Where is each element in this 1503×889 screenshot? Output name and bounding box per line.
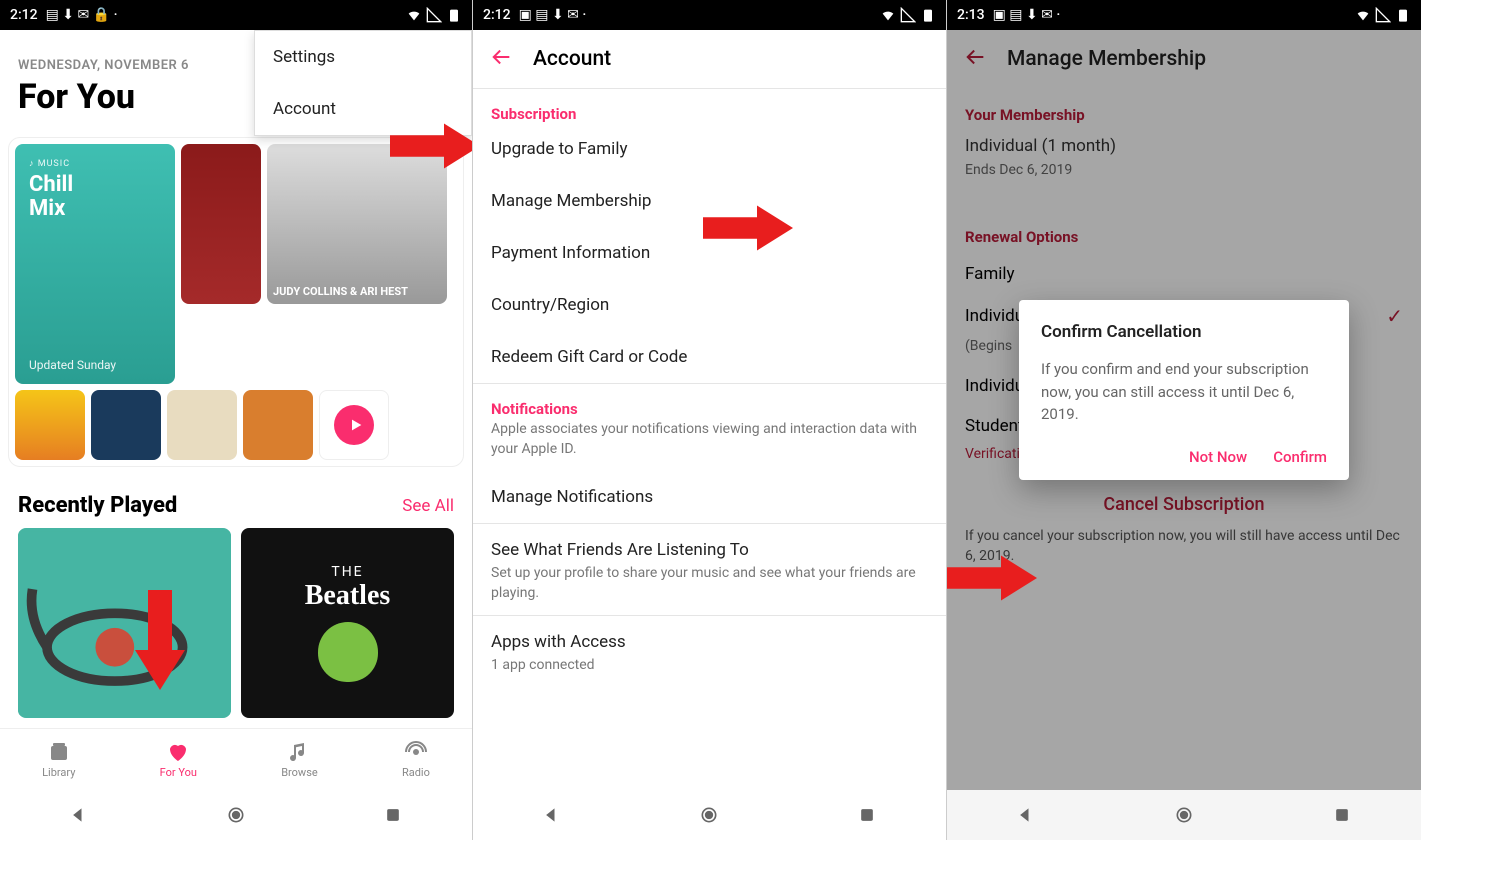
section-subscription: Subscription (473, 89, 946, 123)
status-bar: 2:12 ▣ ▤ ⬇ ✉ · (473, 0, 946, 30)
annotation-arrow (130, 590, 190, 690)
nav-home-icon[interactable] (699, 805, 719, 825)
menu-item-settings[interactable]: Settings (255, 31, 471, 83)
signal-icon (900, 7, 916, 23)
account-header: Account (473, 30, 946, 89)
album-beatles[interactable]: THE Beatles (241, 528, 454, 718)
annotation-arrow (390, 116, 472, 176)
mix-card: ♪ MUSIC ChillMix Updated Sunday JUDY COL… (8, 137, 464, 467)
nav-recent-icon[interactable] (1332, 805, 1352, 825)
item-upgrade-family[interactable]: Upgrade to Family (473, 123, 946, 175)
tab-for-you[interactable]: For You (160, 740, 197, 779)
status-bar: 2:13 ▣ ▤ ⬇ ✉ · (947, 0, 1421, 30)
apple-icon (318, 622, 378, 682)
android-nav-bar (0, 790, 472, 840)
status-right-icons (880, 7, 936, 23)
dialog-not-now-button[interactable]: Not Now (1189, 448, 1247, 466)
apple-music-badge: ♪ MUSIC (29, 158, 161, 169)
status-notif-icons: ▣ ▤ ⬇ ✉ · (519, 7, 587, 23)
recently-played-row[interactable]: THE Beatles (0, 528, 472, 718)
see-all-link[interactable]: See All (402, 496, 454, 516)
small-album-tile[interactable] (243, 390, 313, 460)
nav-recent-icon[interactable] (383, 805, 403, 825)
status-bar: 2:12 ▤ ⬇ ✉ 🔒 · (0, 0, 472, 30)
notifications-description: Apple associates your notifications view… (473, 418, 946, 471)
updated-label: Updated Sunday (29, 358, 116, 372)
android-nav-bar (947, 790, 1421, 840)
small-album-tile[interactable] (91, 390, 161, 460)
dialog-body: If you confirm and end your subscription… (1041, 358, 1327, 426)
item-friends-listening[interactable]: See What Friends Are Listening To (473, 524, 946, 562)
tab-radio[interactable]: Radio (402, 740, 430, 779)
status-notif-icons: ▣ ▤ ⬇ ✉ · (993, 7, 1061, 23)
status-right-icons (406, 7, 462, 23)
signal-icon (1375, 7, 1391, 23)
music-note-icon (287, 740, 311, 764)
battery-icon (446, 7, 462, 23)
nav-home-icon[interactable] (1174, 805, 1194, 825)
radio-icon (404, 740, 428, 764)
item-manage-notifications[interactable]: Manage Notifications (473, 471, 946, 523)
wifi-icon (880, 7, 896, 23)
wifi-icon (406, 7, 422, 23)
annotation-arrow (947, 548, 1037, 608)
dialog-title: Confirm Cancellation (1041, 322, 1327, 342)
tab-browse[interactable]: Browse (281, 740, 318, 779)
item-redeem-code[interactable]: Redeem Gift Card or Code (473, 331, 946, 383)
battery-icon (1395, 7, 1411, 23)
apps-access-count: 1 app connected (473, 654, 946, 688)
small-album-tile[interactable] (15, 390, 85, 460)
signal-icon (426, 7, 442, 23)
bottom-tab-bar: Library For You Browse Radio (0, 728, 472, 790)
small-album-tile[interactable] (167, 390, 237, 460)
play-button-tile[interactable] (319, 390, 389, 460)
item-apps-access[interactable]: Apps with Access (473, 616, 946, 654)
status-time: 2:12 (10, 7, 38, 23)
dialog-confirm-button[interactable]: Confirm (1273, 448, 1327, 466)
section-notifications: Notifications (473, 384, 946, 418)
status-right-icons (1355, 7, 1411, 23)
nav-back-icon[interactable] (1016, 805, 1036, 825)
status-time: 2:12 (483, 7, 511, 23)
nav-back-icon[interactable] (542, 805, 562, 825)
friends-description: Set up your profile to share your music … (473, 562, 946, 615)
screen-for-you: 2:12 ▤ ⬇ ✉ 🔒 · WEDNESDAY, NOVEMBER 6 For… (0, 0, 472, 840)
back-button[interactable] (491, 46, 513, 72)
confirm-cancellation-dialog: Confirm Cancellation If you confirm and … (1019, 300, 1349, 480)
nav-recent-icon[interactable] (857, 805, 877, 825)
nav-back-icon[interactable] (69, 805, 89, 825)
item-country-region[interactable]: Country/Region (473, 279, 946, 331)
screen-manage-membership: 2:13 ▣ ▤ ⬇ ✉ · Manage Membership Your Me… (947, 0, 1421, 840)
play-icon (334, 405, 374, 445)
page-title: Account (533, 47, 611, 71)
page-margin (1421, 0, 1503, 889)
android-nav-bar (473, 790, 946, 840)
album-eye-in-sky[interactable] (18, 528, 231, 718)
wifi-icon (1355, 7, 1371, 23)
library-icon (47, 740, 71, 764)
annotation-arrow (703, 198, 793, 258)
status-notif-icons: ▤ ⬇ ✉ 🔒 · (46, 7, 118, 23)
battery-icon (920, 7, 936, 23)
status-time: 2:13 (957, 7, 985, 23)
recently-played-heading: Recently Played (18, 493, 177, 518)
heart-icon (166, 740, 190, 764)
screen-account: 2:12 ▣ ▤ ⬇ ✉ · Account Subscription Upgr… (472, 0, 947, 840)
tab-library[interactable]: Library (42, 740, 75, 779)
nav-home-icon[interactable] (226, 805, 246, 825)
chill-mix-tile[interactable]: ♪ MUSIC ChillMix Updated Sunday (15, 144, 175, 384)
album-tile[interactable] (181, 144, 261, 304)
